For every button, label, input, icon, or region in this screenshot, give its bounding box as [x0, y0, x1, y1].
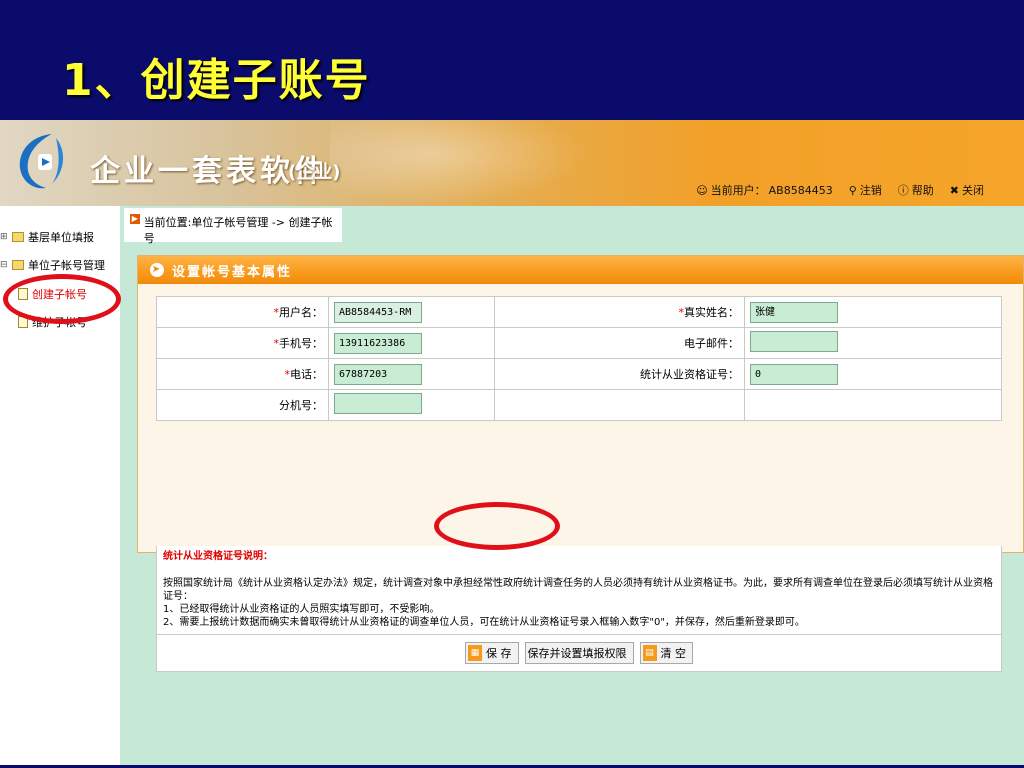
sidebar-item-subaccount-mgmt[interactable]: ⊟ 单位子帐号管理	[0, 257, 105, 273]
save-perm-label: 保存并设置填报权限	[527, 647, 627, 660]
cert-notes: 统计从业资格证号说明： 按照国家统计局《统计从业资格认定办法》规定，统计调查对象…	[156, 546, 1002, 634]
phone-cell: 67887203	[328, 358, 495, 390]
phone-label: 电话：	[290, 368, 323, 381]
save-and-set-permission-button[interactable]: 保存并设置填报权限	[524, 642, 634, 664]
cert-cell: 0	[744, 358, 1002, 390]
account-form: *用户名： AB8584453-RM *真实姓名： 张健 *手机号： 13911…	[156, 296, 1002, 421]
sidebar-item-create-subaccount[interactable]: 创建子帐号	[18, 286, 87, 302]
help-link[interactable]: ⓘ 帮助	[898, 182, 934, 198]
app-logo-icon	[19, 134, 64, 189]
banner-decoration	[330, 120, 590, 206]
help-label: 帮助	[911, 184, 934, 197]
username-cell: AB8584453-RM	[328, 296, 495, 328]
breadcrumb-text: 当前位置:单位子帐号管理 -> 创建子帐号	[143, 216, 333, 245]
sidebar: ⊞ 基层单位填报 ⊟ 单位子帐号管理 创建子帐号 维护子帐号	[0, 206, 120, 765]
expand-icon: ⊞	[0, 232, 8, 242]
close-icon: ✖	[949, 183, 959, 197]
slide-title: 1、创建子账号	[62, 55, 371, 106]
help-icon: ⓘ	[897, 184, 909, 197]
mobile-label-cell: *手机号：	[156, 327, 329, 359]
save-button[interactable]: ▦ 保 存	[465, 642, 519, 664]
email-label: 电子邮件：	[684, 337, 739, 350]
username-label: 用户名：	[279, 306, 323, 319]
close-link[interactable]: ✖ 关闭	[950, 182, 984, 198]
sidebar-item-base-report[interactable]: ⊞ 基层单位填报	[0, 229, 94, 245]
trash-icon: ▤	[642, 645, 657, 661]
email-input[interactable]	[750, 331, 838, 352]
close-label: 关闭	[962, 184, 984, 197]
header-banner: 企业一套表软件 (企业) ☺ 当前用户： AB8584453 ⚲ 注销 ⓘ 帮助…	[0, 120, 1024, 206]
realname-label-cell: *真实姓名：	[494, 296, 745, 328]
mobile-label: 手机号：	[279, 337, 323, 350]
username-label-cell: *用户名：	[156, 296, 329, 328]
mobile-cell: 13911623386	[328, 327, 495, 359]
email-cell	[744, 327, 1002, 359]
arrow-circle-icon: ➤	[150, 263, 164, 277]
breadcrumb: ▶ 当前位置:单位子帐号管理 -> 创建子帐号	[124, 208, 342, 245]
notes-line: 2、需要上报统计数据而确实未曾取得统计从业资格证的调查单位人员，可在统计从业资格…	[163, 617, 805, 628]
form-row: *手机号： 13911623386 电子邮件：	[156, 327, 1002, 359]
realname-input[interactable]: 张健	[750, 301, 838, 323]
ext-input[interactable]	[334, 393, 422, 414]
open-folder-icon	[12, 260, 24, 270]
current-user-value: AB8584453	[768, 183, 833, 197]
realname-label: 真实姓名：	[684, 306, 739, 319]
form-row: *电话： 67887203 统计从业资格证号： 0	[156, 358, 1002, 390]
folder-icon	[12, 232, 24, 242]
save-label: 保 存	[486, 647, 512, 660]
realname-cell: 张健	[744, 296, 1002, 328]
mobile-input[interactable]: 13911623386	[334, 332, 422, 354]
document-icon	[18, 316, 28, 328]
current-user: ☺ 当前用户： AB8584453	[696, 182, 833, 198]
clear-button[interactable]: ▤ 清 空	[639, 642, 693, 664]
clear-label: 清 空	[660, 647, 687, 660]
sidebar-item-maintain-subaccount[interactable]: 维护子帐号	[18, 314, 87, 330]
cert-label: 统计从业资格证号：	[640, 368, 739, 381]
sidebar-item-label: 创建子帐号	[32, 288, 87, 301]
document-icon	[18, 288, 28, 300]
ext-label: 分机号：	[279, 399, 323, 412]
logout-link[interactable]: ⚲ 注销	[849, 182, 882, 198]
form-row: 分机号：	[156, 389, 1002, 421]
sidebar-item-label: 单位子帐号管理	[28, 259, 105, 272]
panel-header: ➤ 设置帐号基本属性	[138, 256, 1023, 284]
cert-input[interactable]: 0	[750, 363, 838, 385]
button-bar: ▦ 保 存 保存并设置填报权限 ▤ 清 空	[156, 634, 1002, 672]
save-icon: ▦	[468, 645, 482, 661]
logout-label: 注销	[859, 184, 882, 197]
sidebar-item-label: 维护子帐号	[32, 316, 87, 329]
collapse-icon: ⊟	[0, 260, 8, 270]
sidebar-item-label: 基层单位填报	[28, 231, 94, 244]
panel-title: 设置帐号基本属性	[172, 264, 293, 280]
arrow-right-icon: ▶	[130, 214, 140, 224]
empty-cell	[494, 389, 745, 421]
ext-cell	[328, 389, 495, 421]
notes-line: 按照国家统计局《统计从业资格认定办法》规定，统计调查对象中承担经常性政府统计调查…	[163, 578, 993, 602]
current-user-label: 当前用户：	[710, 184, 766, 197]
username-input[interactable]: AB8584453-RM	[334, 301, 422, 323]
cert-label-cell: 统计从业资格证号：	[494, 358, 745, 390]
notes-title: 统计从业资格证号说明：	[163, 551, 273, 562]
user-icon: ☺	[696, 183, 708, 197]
email-label-cell: 电子邮件：	[494, 327, 745, 359]
ext-label-cell: 分机号：	[156, 389, 329, 421]
account-properties-panel: ➤ 设置帐号基本属性 *用户名： AB8584453-RM *真实姓名： 张健 …	[137, 255, 1024, 672]
form-row: *用户名： AB8584453-RM *真实姓名： 张健	[156, 296, 1002, 328]
empty-cell	[744, 389, 1002, 421]
app-window: 企业一套表软件 (企业) ☺ 当前用户： AB8584453 ⚲ 注销 ⓘ 帮助…	[0, 120, 1024, 765]
notes-line: 1、已经取得统计从业资格证的人员照实填写即可，不受影响。	[163, 604, 440, 615]
app-subtitle: (企业)	[288, 162, 341, 183]
top-links: ☺ 当前用户： AB8584453 ⚲ 注销 ⓘ 帮助 ✖ 关闭	[696, 182, 984, 198]
key-icon: ⚲	[848, 183, 857, 197]
phone-label-cell: *电话：	[156, 358, 329, 390]
phone-input[interactable]: 67887203	[334, 363, 422, 385]
